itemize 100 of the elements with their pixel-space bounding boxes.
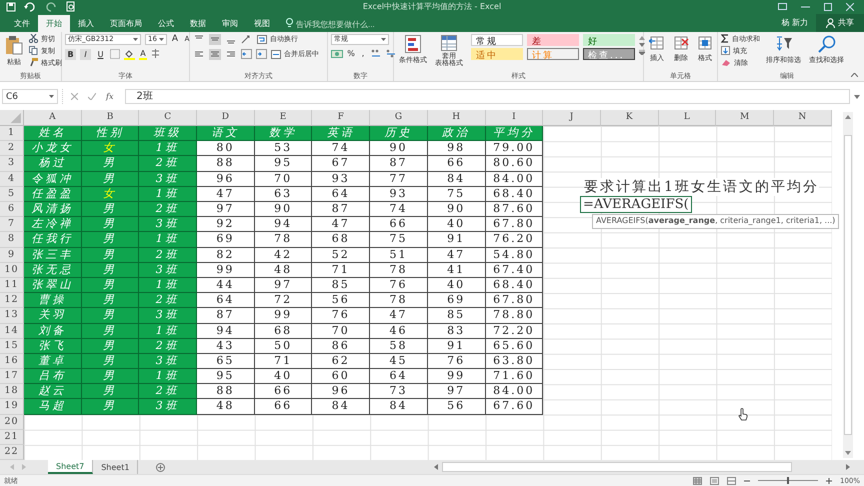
save-icon[interactable]: [6, 2, 16, 12]
column-header[interactable]: F: [312, 110, 370, 126]
scroll-left-icon[interactable]: [434, 464, 438, 470]
scroll-up-icon[interactable]: [639, 36, 645, 40]
column-header[interactable]: D: [197, 110, 255, 126]
row-number[interactable]: 6: [0, 202, 24, 218]
insert-function-button[interactable]: fx: [106, 92, 114, 102]
align-middle-icon[interactable]: [209, 34, 221, 45]
row-number[interactable]: 14: [0, 324, 24, 339]
column-header[interactable]: E: [254, 110, 312, 126]
row-number[interactable]: 11: [0, 278, 24, 294]
print-preview-icon[interactable]: [66, 1, 76, 12]
row-number[interactable]: 18: [0, 384, 24, 400]
row-number[interactable]: 19: [0, 399, 24, 415]
column-header[interactable]: B: [82, 110, 140, 126]
cell-style-option[interactable]: 差: [527, 34, 579, 46]
page-layout-icon[interactable]: [710, 476, 719, 485]
scroll-thumb[interactable]: [844, 135, 852, 436]
eraser-icon: [721, 58, 731, 67]
align-center-icon[interactable]: [209, 48, 221, 60]
zoom-in-icon[interactable]: [826, 478, 832, 484]
font-style-button[interactable]: U: [95, 48, 106, 60]
slider-thumb[interactable]: [786, 477, 789, 484]
zoom-out-icon[interactable]: [744, 478, 750, 484]
row-number[interactable]: 13: [0, 308, 24, 324]
row-number[interactable]: 16: [0, 354, 24, 370]
sheet-tab[interactable]: Sheet7: [48, 460, 94, 474]
cell-style-option[interactable]: 常规: [471, 34, 523, 46]
scroll-up-icon[interactable]: [845, 115, 851, 120]
ribbon-tab[interactable]: 文件: [6, 16, 38, 32]
row-number[interactable]: 17: [0, 369, 24, 384]
scroll-thumb[interactable]: [442, 462, 792, 472]
maximize-icon[interactable]: [824, 2, 832, 11]
scroll-down-icon[interactable]: [845, 451, 851, 456]
row-number[interactable]: 1: [0, 126, 24, 142]
ribbon-tab[interactable]: 公式: [150, 16, 182, 32]
row-number[interactable]: 8: [0, 232, 24, 248]
column-header[interactable]: K: [600, 110, 659, 126]
border-icon[interactable]: [110, 49, 120, 60]
column-header[interactable]: A: [24, 110, 82, 126]
currency-icon[interactable]: [331, 48, 343, 59]
cell-style-option[interactable]: 适中: [471, 48, 523, 60]
column-header[interactable]: C: [139, 110, 198, 126]
scroll-down-icon[interactable]: [639, 42, 645, 47]
vertical-scrollbar[interactable]: [843, 112, 853, 458]
column-header[interactable]: M: [716, 110, 774, 126]
normal-view-icon[interactable]: [692, 476, 702, 485]
ribbon-tab[interactable]: 视图: [246, 16, 278, 32]
font-color-button[interactable]: A: [139, 48, 147, 60]
decrease-decimal-icon[interactable]: [386, 49, 397, 58]
row-number[interactable]: 4: [0, 172, 24, 187]
enter-icon[interactable]: [88, 93, 96, 100]
increase-decimal-icon[interactable]: [371, 49, 382, 58]
row-number[interactable]: 5: [0, 186, 24, 202]
column-header[interactable]: G: [370, 110, 428, 126]
row-number[interactable]: 20: [0, 414, 24, 430]
share-button[interactable]: 共享: [816, 14, 864, 32]
cancel-icon[interactable]: [71, 93, 78, 100]
cell-style-option[interactable]: 好: [583, 34, 635, 46]
column-header[interactable]: I: [486, 110, 544, 126]
close-icon[interactable]: [846, 2, 854, 11]
ribbon-display-icon[interactable]: [778, 3, 787, 10]
active-cell[interactable]: =AVERAGEIFS(: [580, 196, 692, 214]
column-header[interactable]: L: [658, 110, 716, 126]
more-icon[interactable]: [639, 50, 645, 55]
add-sheet-icon[interactable]: [156, 462, 166, 472]
page-break-icon[interactable]: [726, 476, 736, 485]
formula-field[interactable]: 2班: [125, 89, 850, 104]
row-number[interactable]: 7: [0, 217, 24, 232]
row-number[interactable]: 10: [0, 262, 24, 278]
row-number[interactable]: 9: [0, 248, 24, 263]
row-number[interactable]: 2: [0, 141, 24, 156]
ribbon-tab[interactable]: 页面布局: [102, 16, 150, 32]
search-field[interactable]: 告诉我您想要做什么...: [296, 18, 396, 32]
horizontal-scrollbar[interactable]: [432, 462, 852, 472]
column-header[interactable]: N: [774, 110, 832, 126]
row-number[interactable]: 12: [0, 293, 24, 308]
collapse-ribbon-icon[interactable]: [851, 73, 858, 78]
column-header[interactable]: H: [428, 110, 486, 126]
ribbon-tab[interactable]: 开始: [38, 14, 70, 32]
table-cell: 87: [197, 308, 255, 324]
ribbon-tab[interactable]: 数据: [182, 16, 214, 32]
fill-color-icon[interactable]: [124, 48, 135, 60]
decrease-indent-icon[interactable]: [241, 49, 252, 60]
grow-font-button[interactable]: A: [171, 34, 179, 44]
column-header[interactable]: J: [543, 110, 601, 126]
name-box[interactable]: C6: [2, 89, 58, 104]
font-style-button[interactable]: I: [80, 48, 91, 60]
row-number[interactable]: 3: [0, 156, 24, 172]
ribbon-tab[interactable]: 审阅: [214, 16, 246, 32]
row-number[interactable]: 15: [0, 338, 24, 354]
scroll-right-icon[interactable]: [846, 464, 850, 470]
font-style-button[interactable]: B: [65, 48, 76, 60]
ribbon-tab[interactable]: 插入: [70, 16, 102, 32]
row-number[interactable]: 22: [0, 445, 24, 460]
expand-icon[interactable]: [854, 94, 860, 99]
percent-button[interactable]: %: [347, 49, 355, 58]
row-number[interactable]: 21: [0, 430, 24, 446]
increase-indent-icon[interactable]: [256, 49, 267, 60]
comma-button[interactable]: ,: [359, 49, 367, 58]
